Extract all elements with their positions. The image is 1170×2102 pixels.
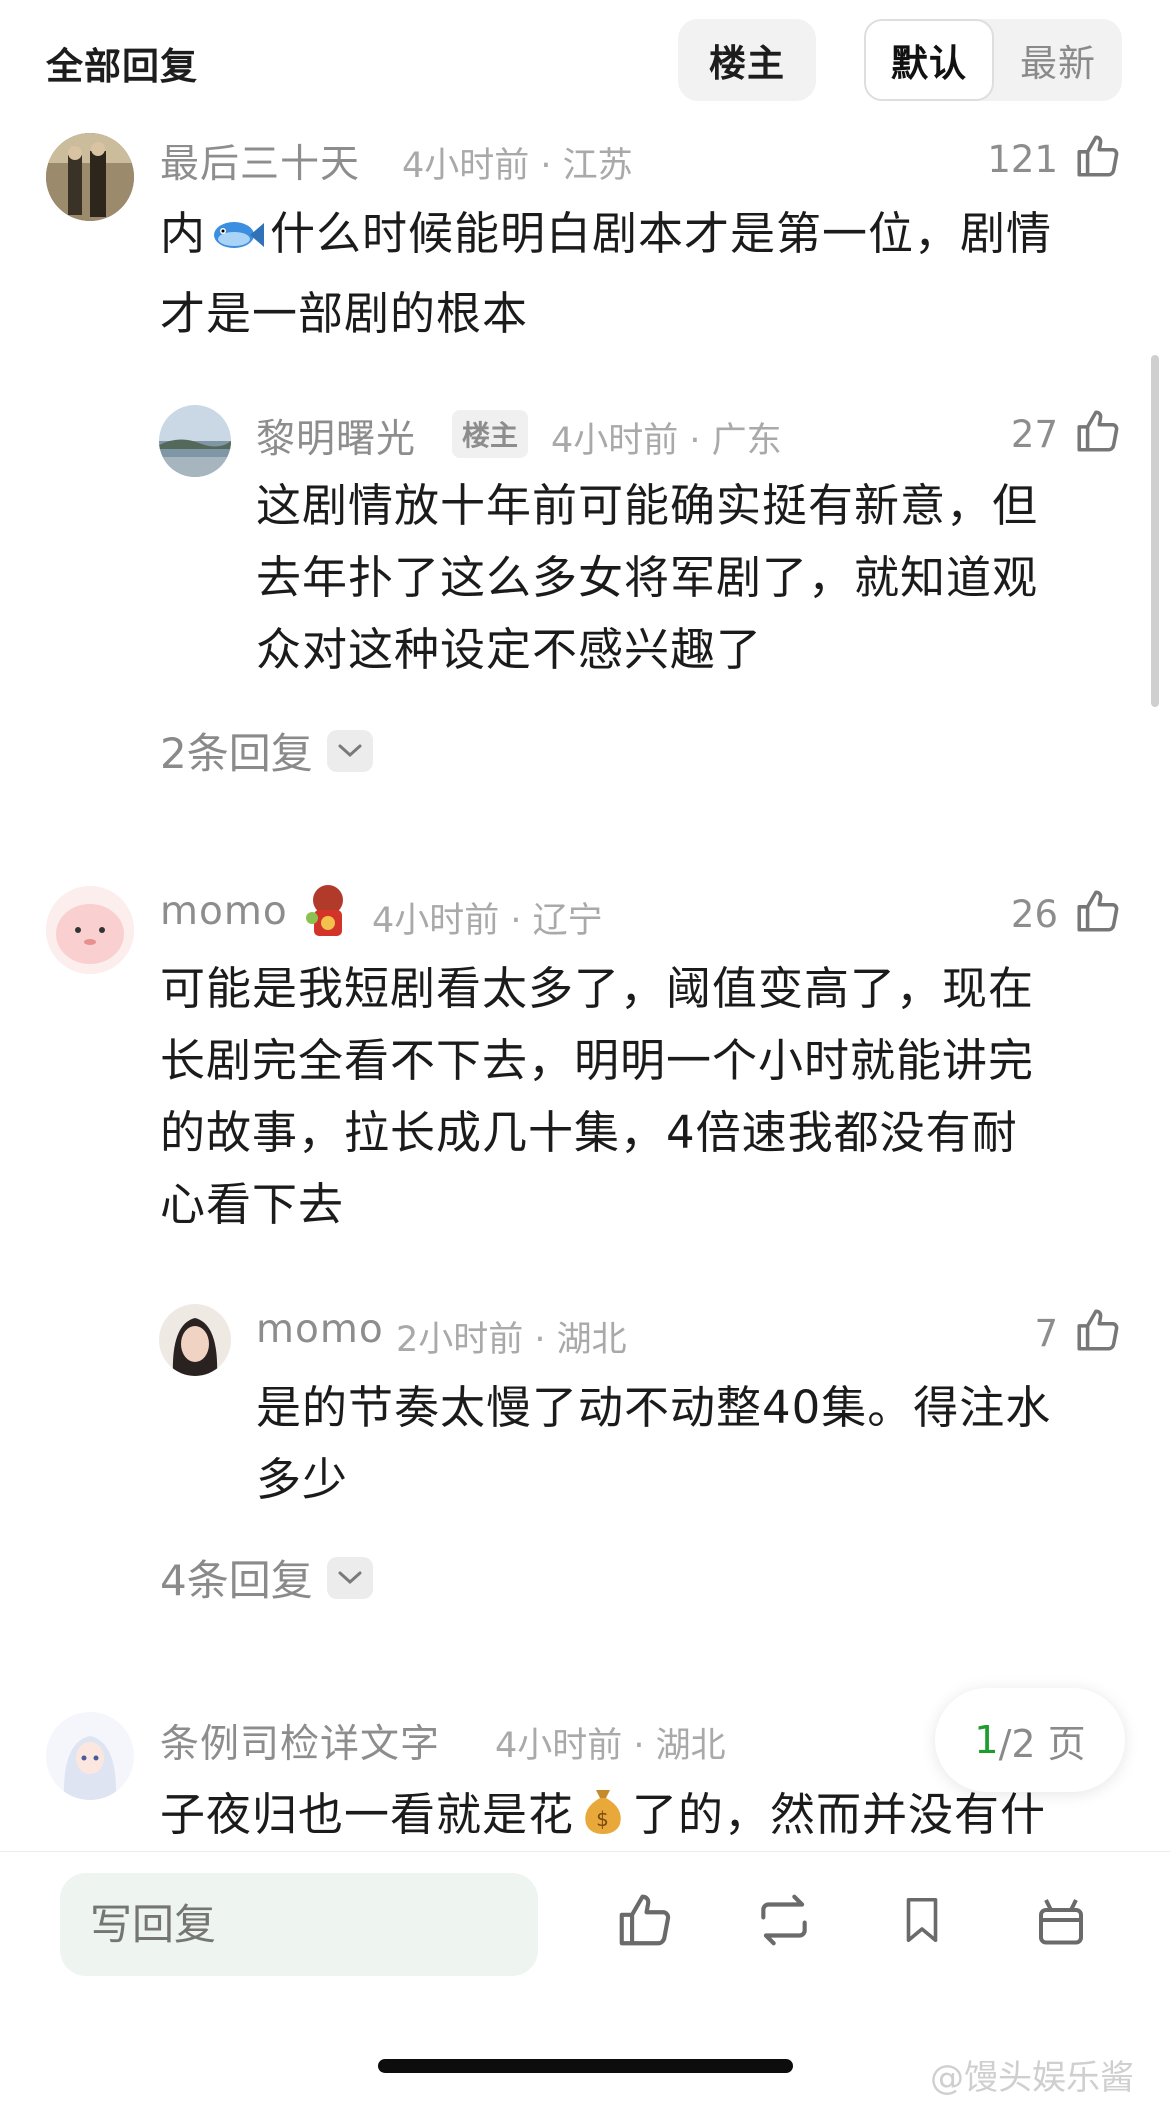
money-bag-icon: $	[580, 1784, 626, 1851]
like-count: 7	[1034, 1312, 1058, 1355]
sort-latest-tab[interactable]: 最新	[994, 19, 1122, 101]
fish-emoji-icon	[210, 206, 266, 278]
avatar[interactable]	[46, 886, 134, 974]
home-indicator[interactable]	[378, 2059, 793, 2073]
repost-icon[interactable]	[749, 1885, 819, 1955]
commenter-name[interactable]: 条例司检详文字	[160, 1713, 440, 1769]
chevron-down-icon	[326, 1556, 373, 1599]
comment-meta: 4小时前 · 辽宁	[372, 901, 603, 941]
fan-badge-icon	[304, 882, 352, 940]
avatar[interactable]	[159, 405, 231, 477]
thumb-up-icon[interactable]	[1070, 883, 1126, 939]
op-only-button[interactable]: 楼主	[678, 19, 816, 101]
comment-meta: 4小时前 · 江苏	[402, 146, 633, 186]
like-count: 121	[987, 138, 1058, 181]
section-title: 全部回复	[46, 45, 198, 88]
thumb-up-icon[interactable]	[1070, 403, 1126, 459]
commenter-name[interactable]: momo	[256, 1307, 384, 1352]
op-badge: 楼主	[452, 410, 529, 458]
commenter-name[interactable]: 最后三十天	[160, 133, 360, 189]
scrollbar[interactable]	[1151, 355, 1159, 707]
reply-text: 这剧情放十年前可能确实挺有新意，但 去年扑了这么多女将军剧了，就知道观 众对这种…	[256, 479, 1039, 676]
avatar[interactable]	[46, 133, 134, 221]
comment-meta: 2小时前 · 湖北	[396, 1320, 627, 1360]
watermark: @馒头娱乐酱	[930, 2058, 1134, 2098]
chevron-down-icon	[326, 729, 373, 772]
like-count: 26	[1010, 893, 1058, 936]
comment-text: 内 什么时候能明白剧本才是第一位，剧情 才是一部剧的根本	[160, 206, 1053, 340]
page-indicator[interactable]: 1/2 页	[935, 1688, 1125, 1792]
comment-meta: 4小时前 · 广东	[551, 421, 782, 461]
svg-text:$: $	[596, 1807, 610, 1831]
thumb-up-icon[interactable]	[1070, 1302, 1126, 1358]
commenter-name[interactable]: 黎明曙光	[256, 408, 416, 464]
commenter-name[interactable]: momo	[160, 889, 288, 934]
avatar[interactable]	[46, 1712, 134, 1800]
like-count: 27	[1010, 413, 1058, 456]
gift-icon[interactable]	[1026, 1885, 1096, 1955]
comment-meta: 4小时前 · 湖北	[495, 1726, 726, 1766]
reply-input[interactable]	[60, 1873, 538, 1976]
avatar[interactable]	[159, 1304, 231, 1376]
like-icon[interactable]	[610, 1885, 680, 1955]
sort-toggle: 默认 最新	[864, 19, 1122, 101]
sort-default-tab[interactable]: 默认	[864, 19, 994, 101]
reply-text: 是的节奏太慢了动不动整40集。得注水 多少	[256, 1381, 1052, 1506]
comment-text: 可能是我短剧看太多了，阈值变高了，现在 长剧完全看不下去，明明一个小时就能讲完 …	[160, 962, 1035, 1231]
thumb-up-icon[interactable]	[1070, 128, 1126, 184]
bookmark-icon[interactable]	[887, 1885, 957, 1955]
view-replies-button[interactable]: 2条回复	[160, 720, 373, 781]
view-replies-button[interactable]: 4条回复	[160, 1547, 373, 1608]
